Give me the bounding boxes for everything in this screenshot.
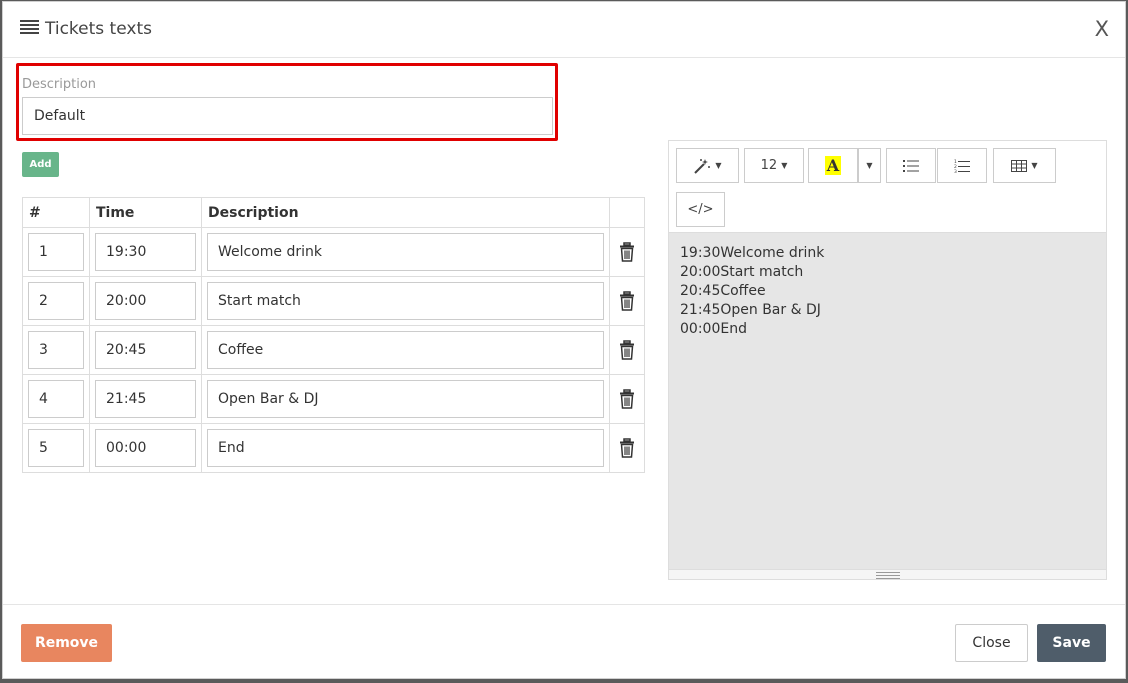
- description-cell: [201, 276, 610, 326]
- description-label: Description: [22, 77, 97, 92]
- column-header-number: #: [22, 197, 90, 228]
- numbered-list-icon: 1 2 3: [954, 159, 970, 173]
- editor-line: 20:00Start match: [680, 264, 804, 280]
- number-cell: [22, 325, 90, 375]
- editor-line: 00:00End: [680, 321, 747, 337]
- times-table: # Time Description: [22, 197, 645, 473]
- trash-icon[interactable]: [619, 389, 635, 409]
- editor-line: 19:30Welcome drink: [680, 245, 825, 261]
- trash-icon[interactable]: [619, 242, 635, 262]
- editor-resize-bar[interactable]: [669, 569, 1106, 579]
- font-color-icon: A: [824, 156, 842, 175]
- time-cell: [89, 374, 202, 424]
- font-size-button[interactable]: 12 ▼: [744, 148, 804, 183]
- column-header-description: Description: [201, 197, 610, 228]
- table-row: [22, 227, 645, 277]
- table-icon: [1011, 159, 1028, 172]
- save-button[interactable]: Save: [1037, 624, 1106, 662]
- bulleted-list-button[interactable]: [886, 148, 936, 183]
- time-cell: [89, 325, 202, 375]
- remove-button[interactable]: Remove: [21, 624, 112, 662]
- time-cell: [89, 423, 202, 473]
- font-color-dropdown[interactable]: ▼: [858, 148, 881, 183]
- modal-title: Tickets texts: [45, 19, 152, 39]
- add-button[interactable]: Add: [22, 152, 59, 177]
- row-description-input[interactable]: [207, 282, 604, 320]
- description-cell: [201, 423, 610, 473]
- resize-grip-icon: [876, 572, 900, 581]
- actions-cell: [609, 423, 645, 473]
- row-number-input[interactable]: [28, 429, 84, 467]
- row-number-input[interactable]: [28, 380, 84, 418]
- actions-cell: [609, 325, 645, 375]
- font-color-button[interactable]: A: [808, 148, 858, 183]
- trash-icon[interactable]: [619, 291, 635, 311]
- trash-icon[interactable]: [619, 438, 635, 458]
- time-cell: [89, 227, 202, 277]
- row-description-input[interactable]: [207, 331, 604, 369]
- actions-cell: [609, 276, 645, 326]
- description-cell: [201, 325, 610, 375]
- numbered-list-button[interactable]: 1 2 3: [937, 148, 987, 183]
- table-button[interactable]: ▼: [993, 148, 1056, 183]
- table-row: [22, 374, 645, 424]
- editor-line: 21:45Open Bar & DJ: [680, 302, 821, 318]
- font-size-value: 12: [760, 158, 778, 173]
- bulleted-list-icon: [903, 160, 919, 172]
- column-header-actions: [609, 197, 645, 228]
- style-button[interactable]: ▼: [676, 148, 739, 183]
- actions-cell: [609, 374, 645, 424]
- table-row: [22, 276, 645, 326]
- row-time-input[interactable]: [95, 429, 196, 467]
- magic-wand-icon: [694, 158, 711, 174]
- actions-cell: [609, 227, 645, 277]
- row-number-input[interactable]: [28, 282, 84, 320]
- row-description-input[interactable]: [207, 233, 604, 271]
- number-cell: [22, 276, 90, 326]
- row-description-input[interactable]: [207, 380, 604, 418]
- code-view-icon: </>: [687, 202, 714, 217]
- code-view-button[interactable]: </>: [676, 192, 725, 227]
- description-cell: [201, 374, 610, 424]
- list-icon: [20, 20, 39, 36]
- number-cell: [22, 227, 90, 277]
- table-header-row: # Time Description: [22, 197, 645, 228]
- row-number-input[interactable]: [28, 331, 84, 369]
- svg-text:3: 3: [954, 169, 957, 173]
- editor-content[interactable]: 19:30Welcome drink 20:00Start match 20:45C…: [669, 233, 1106, 570]
- editor-toolbar: ▼ 12 ▼ A ▼ 1 2 3 ▼ </>: [669, 141, 1106, 233]
- description-cell: [201, 227, 610, 277]
- table-row: [22, 423, 645, 473]
- row-number-input[interactable]: [28, 233, 84, 271]
- editor-line: 20:45Coffee: [680, 283, 766, 299]
- row-time-input[interactable]: [95, 282, 196, 320]
- column-header-time: Time: [89, 197, 202, 228]
- trash-icon[interactable]: [619, 340, 635, 360]
- modal-header: Tickets texts X: [3, 2, 1125, 58]
- description-input[interactable]: [22, 97, 553, 135]
- modal-footer: Remove Close Save: [3, 604, 1125, 680]
- row-description-input[interactable]: [207, 429, 604, 467]
- table-row: [22, 325, 645, 375]
- close-icon[interactable]: X: [1095, 17, 1109, 41]
- row-time-input[interactable]: [95, 331, 196, 369]
- close-button[interactable]: Close: [955, 624, 1028, 662]
- number-cell: [22, 374, 90, 424]
- row-time-input[interactable]: [95, 380, 196, 418]
- time-cell: [89, 276, 202, 326]
- row-time-input[interactable]: [95, 233, 196, 271]
- rich-text-editor: ▼ 12 ▼ A ▼ 1 2 3 ▼ </> 19:30Welcome drin…: [668, 140, 1107, 580]
- tickets-texts-dialog: Tickets texts X Description Add # Time D…: [2, 1, 1126, 679]
- number-cell: [22, 423, 90, 473]
